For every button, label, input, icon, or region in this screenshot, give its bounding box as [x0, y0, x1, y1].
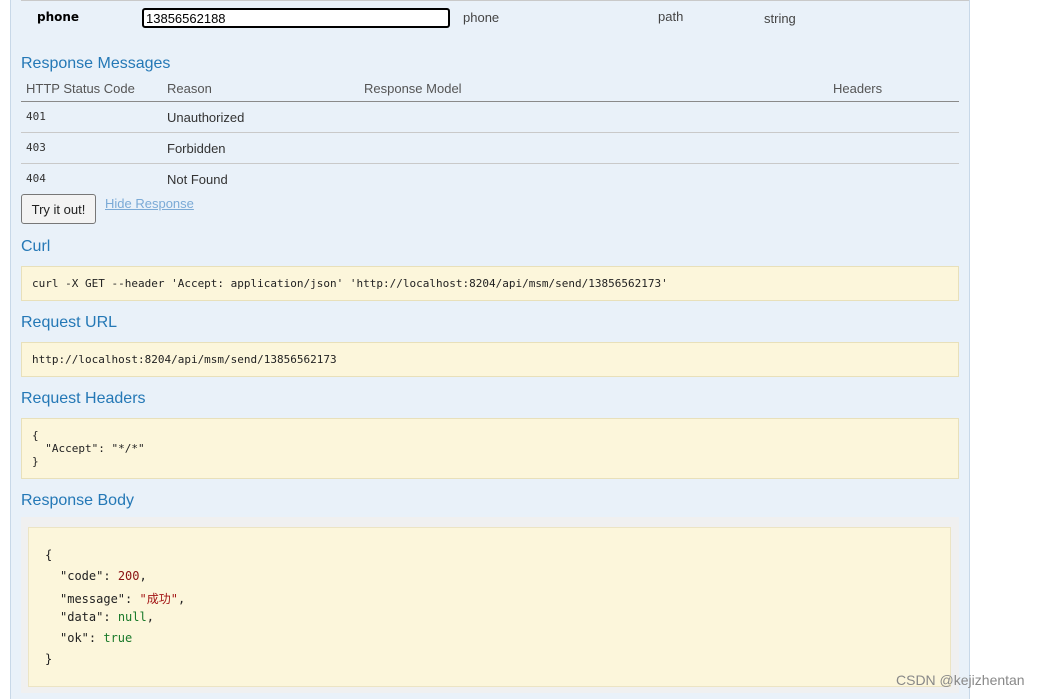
response-messages-heading: Response Messages — [21, 55, 171, 72]
curl-command: curl -X GET --header 'Accept: applicatio… — [32, 277, 668, 290]
json-key: "message" — [60, 592, 126, 606]
headers-line: "Accept": "*/*" — [32, 442, 145, 455]
watermark: CSDN @kejizhentan — [896, 672, 1025, 688]
parameter-description: phone — [463, 10, 500, 25]
parameter-data-type: string — [764, 11, 796, 26]
response-body-container: { "code": 200, "message": "成功", "data": … — [21, 517, 959, 693]
response-body-box: { "code": 200, "message": "成功", "data": … — [28, 527, 951, 687]
parameter-type: path — [658, 9, 684, 24]
request-headers-box: { "Accept": "*/*" } — [21, 418, 959, 479]
header-response-model: Response Model — [364, 81, 462, 96]
table-row: 401 Unauthorized — [21, 102, 959, 133]
status-code: 403 — [26, 141, 46, 154]
json-key: "code" — [60, 569, 104, 583]
parameter-name: phone — [37, 10, 80, 24]
json-line-code: "code": 200, — [60, 569, 147, 583]
table-row: 403 Forbidden — [21, 133, 959, 164]
phone-input[interactable] — [142, 8, 450, 28]
json-line-ok: "ok": true — [60, 631, 133, 645]
status-code: 401 — [26, 110, 46, 123]
json-close-brace: } — [45, 652, 53, 666]
request-url-heading: Request URL — [21, 314, 118, 331]
json-line-data: "data": null, — [60, 610, 154, 624]
table-header: HTTP Status Code Reason Response Model H… — [21, 80, 959, 102]
json-key: "ok" — [60, 631, 89, 645]
json-value: "成功" — [139, 592, 178, 606]
request-url-box: http://localhost:8204/api/msm/send/13856… — [21, 342, 959, 377]
response-body-heading: Response Body — [21, 492, 134, 509]
header-reason: Reason — [167, 81, 212, 96]
request-headers-heading: Request Headers — [21, 390, 146, 407]
json-value: 200 — [117, 569, 140, 583]
table-row: 404 Not Found — [21, 164, 959, 194]
try-it-out-button[interactable]: Try it out! — [21, 194, 96, 224]
hide-response-link[interactable]: Hide Response — [105, 196, 194, 211]
json-key: "data" — [60, 610, 104, 624]
json-value: true — [103, 631, 133, 645]
parameter-row: phone phone path string — [21, 0, 969, 37]
json-line-message: "message": "成功", — [60, 592, 186, 606]
json-open-brace: { — [45, 548, 53, 562]
header-status-code: HTTP Status Code — [26, 81, 135, 96]
request-url-value: http://localhost:8204/api/msm/send/13856… — [32, 353, 337, 366]
status-reason: Unauthorized — [167, 110, 245, 125]
header-headers: Headers — [833, 81, 883, 96]
response-messages-table: HTTP Status Code Reason Response Model H… — [21, 80, 959, 194]
status-reason: Forbidden — [167, 141, 226, 156]
headers-line: { — [32, 429, 39, 442]
curl-box: curl -X GET --header 'Accept: applicatio… — [21, 266, 959, 301]
json-value: null — [117, 610, 147, 624]
headers-line: } — [32, 455, 39, 468]
status-reason: Not Found — [167, 172, 228, 187]
status-code: 404 — [26, 172, 46, 185]
curl-heading: Curl — [21, 238, 51, 255]
